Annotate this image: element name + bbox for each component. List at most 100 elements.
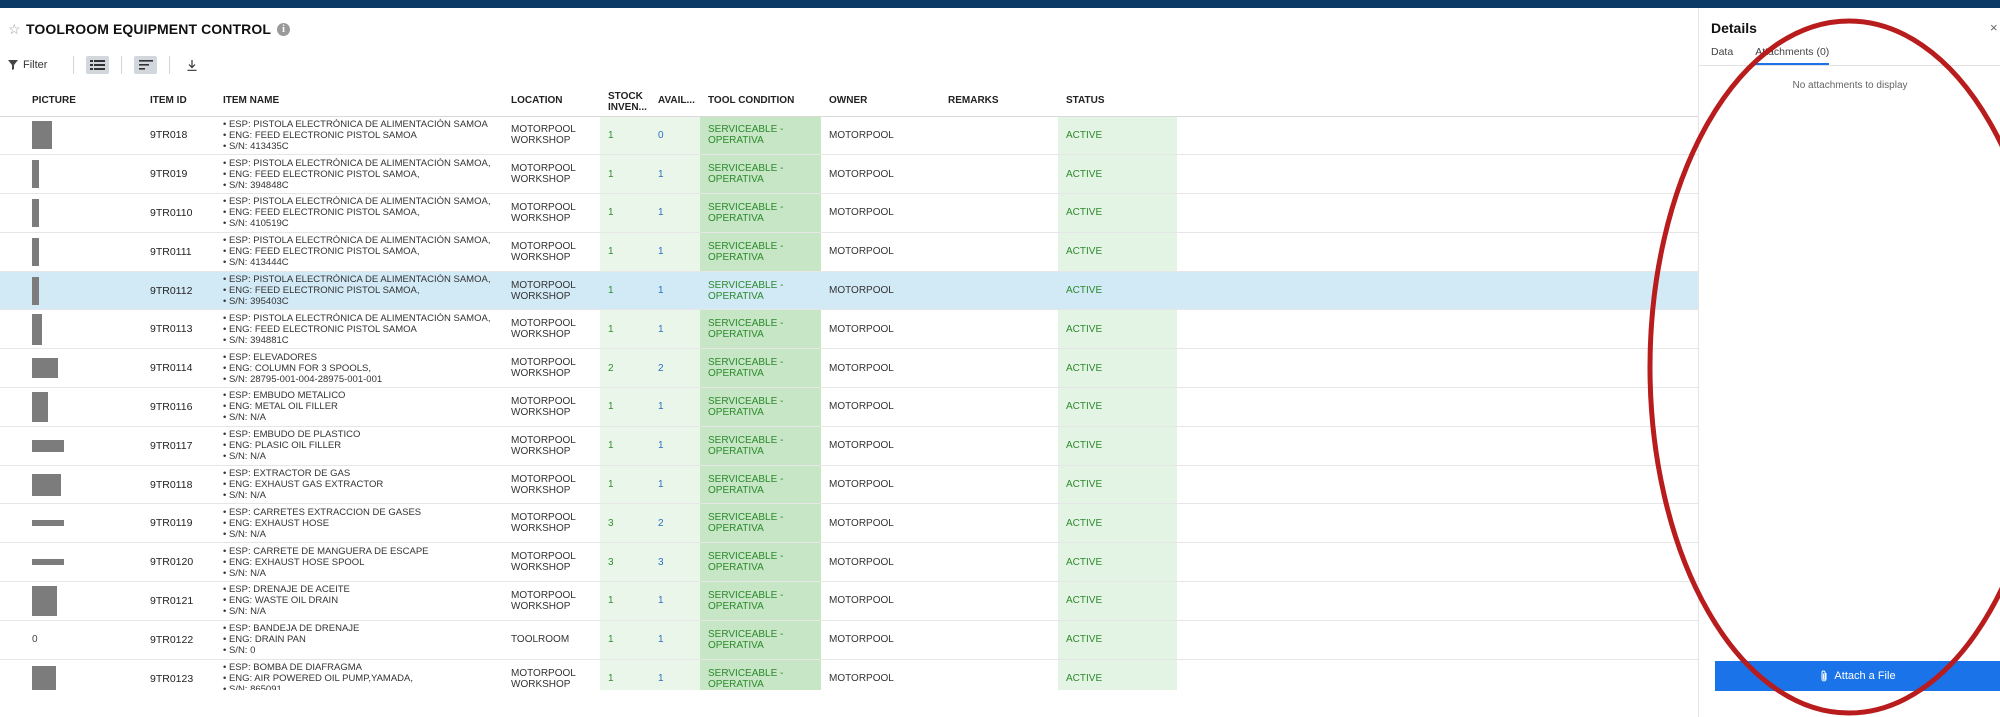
column-header-item-name[interactable]: ITEM NAME xyxy=(215,86,503,117)
item-thumbnail-image[interactable] xyxy=(32,276,39,305)
cell-available: 1 xyxy=(650,620,700,660)
column-header-picture[interactable]: PICTURE xyxy=(0,86,142,117)
condition-line1: SERVICEABLE - xyxy=(708,667,784,679)
item-name-eng: • ENG: FEED ELECTRONIC PISTOL SAMOA, xyxy=(223,168,420,180)
table-row[interactable]: 0 9TR0122 • ESP: BANDEJA DE DRENAJE • EN… xyxy=(0,620,1698,660)
cell-status: ACTIVE xyxy=(1058,271,1177,311)
item-thumbnail-image[interactable] xyxy=(32,160,39,189)
available-value: 1 xyxy=(658,323,664,335)
location-line2: WORKSHOP xyxy=(511,406,571,418)
location-line2: WORKSHOP xyxy=(511,484,571,496)
stock-value: 1 xyxy=(608,479,614,491)
cell-spacer xyxy=(1177,465,1698,505)
condition-value: SERVICEABLE - OPERATIVA xyxy=(708,280,813,302)
stock-value: 1 xyxy=(608,440,614,452)
available-value: 2 xyxy=(658,517,664,529)
table-row[interactable]: 9TR0116 • ESP: EMBUDO METALICO • ENG: ME… xyxy=(0,387,1698,427)
close-icon[interactable]: × xyxy=(1990,20,1998,35)
item-thumbnail-image[interactable] xyxy=(32,559,64,566)
cell-location: MOTORPOOL WORKSHOP xyxy=(503,116,600,156)
available-value: 1 xyxy=(658,207,664,219)
cell-status: ACTIVE xyxy=(1058,581,1177,621)
stock-value: 3 xyxy=(608,556,614,568)
tab-attachments[interactable]: Attachments (0) xyxy=(1755,46,1830,65)
location-line2: WORKSHOP xyxy=(511,678,571,690)
item-thumbnail-image[interactable] xyxy=(32,439,64,452)
cell-spacer xyxy=(1177,387,1698,427)
cell-item-id: 9TR0120 xyxy=(142,542,215,583)
status-value: ACTIVE xyxy=(1066,207,1103,219)
item-thumbnail-image[interactable] xyxy=(32,198,39,227)
condition-line2: OPERATIVA xyxy=(708,562,764,574)
item-id: 9TR0110 xyxy=(150,206,193,219)
table-row[interactable]: 9TR0118 • ESP: EXTRACTOR DE GAS • ENG: E… xyxy=(0,465,1698,505)
cell-location: MOTORPOOL WORKSHOP xyxy=(503,426,600,466)
table-row[interactable]: 9TR0110 • ESP: PISTOLA ELECTRÓNICA DE AL… xyxy=(0,193,1698,233)
cell-remarks xyxy=(940,659,1058,690)
cell-spacer xyxy=(1177,348,1698,389)
details-panel: Details × Data Attachments (0) No attach… xyxy=(1698,8,2000,717)
column-header-available[interactable]: AVAIL... xyxy=(650,86,700,117)
item-name-esp: • ESP: ELEVADORES xyxy=(223,351,317,363)
tab-data[interactable]: Data xyxy=(1711,46,1733,65)
location: MOTORPOOL WORKSHOP xyxy=(511,668,592,690)
location-line2: WORKSHOP xyxy=(511,329,571,341)
available-value: 1 xyxy=(658,673,664,685)
condition-value: SERVICEABLE - OPERATIVA xyxy=(708,202,813,224)
column-header-item-id[interactable]: ITEM ID xyxy=(142,86,215,117)
cell-status: ACTIVE xyxy=(1058,426,1177,466)
column-header-owner[interactable]: OWNER xyxy=(821,86,940,117)
item-thumbnail-image[interactable] xyxy=(32,520,64,527)
cell-stock: 2 xyxy=(600,348,650,389)
download-button[interactable] xyxy=(182,56,202,74)
item-thumbnail-image[interactable] xyxy=(32,313,42,345)
table-row[interactable]: 9TR019 • ESP: PISTOLA ELECTRÓNICA DE ALI… xyxy=(0,154,1698,195)
location-line2: WORKSHOP xyxy=(511,212,571,224)
cell-condition: SERVICEABLE - OPERATIVA xyxy=(700,232,821,272)
cell-picture xyxy=(0,542,142,583)
cell-spacer xyxy=(1177,581,1698,621)
item-thumbnail-image[interactable] xyxy=(32,473,61,496)
status-value: ACTIVE xyxy=(1066,401,1103,413)
column-header-location[interactable]: LOCATION xyxy=(503,86,600,117)
item-thumbnail-image[interactable] xyxy=(32,358,58,379)
condition-line2: OPERATIVA xyxy=(708,174,764,186)
table-row[interactable]: 9TR0114 • ESP: ELEVADORES • ENG: COLUMN … xyxy=(0,348,1698,389)
table-row[interactable]: 9TR0120 • ESP: CARRETE DE MANGUERA DE ES… xyxy=(0,542,1698,583)
item-thumbnail-image[interactable] xyxy=(32,391,48,422)
item-name: • ESP: PISTOLA ELECTRÓNICA DE ALIMENTACI… xyxy=(223,158,495,191)
stock-value: 1 xyxy=(608,129,614,141)
item-name-eng: • ENG: FEED ELECTRONIC PISTOL SAMOA xyxy=(223,129,417,141)
column-settings-button[interactable] xyxy=(134,56,158,74)
item-thumbnail-image[interactable] xyxy=(32,665,56,690)
filter-button[interactable]: Filter xyxy=(8,59,61,71)
cell-picture xyxy=(0,193,142,233)
row-density-button[interactable] xyxy=(86,56,110,74)
column-header-remarks[interactable]: REMARKS xyxy=(940,86,1058,117)
cell-available: 1 xyxy=(650,232,700,272)
item-thumbnail-image[interactable] xyxy=(32,121,52,150)
cell-condition: SERVICEABLE - OPERATIVA xyxy=(700,348,821,389)
status-value: ACTIVE xyxy=(1066,168,1103,180)
item-thumbnail-image[interactable] xyxy=(32,585,57,616)
condition-line2: OPERATIVA xyxy=(708,445,764,457)
table-row[interactable]: 9TR0121 • ESP: DRENAJE DE ACEITE • ENG: … xyxy=(0,581,1698,621)
column-header-stock-inventory[interactable]: STOCK INVEN... xyxy=(600,86,650,117)
table-row[interactable]: 9TR0111 • ESP: PISTOLA ELECTRÓNICA DE AL… xyxy=(0,232,1698,272)
table-row[interactable]: 9TR0112 • ESP: PISTOLA ELECTRÓNICA DE AL… xyxy=(0,271,1698,311)
page-title: TOOLROOM EQUIPMENT CONTROL xyxy=(26,21,272,37)
table-row[interactable]: 9TR0117 • ESP: EMBUDO DE PLASTICO • ENG:… xyxy=(0,426,1698,466)
attach-file-button[interactable]: Attach a File xyxy=(1715,661,2000,691)
table-row[interactable]: 9TR018 • ESP: PISTOLA ELECTRÓNICA DE ALI… xyxy=(0,116,1698,156)
column-header-tool-condition[interactable]: TOOL CONDITION xyxy=(700,86,821,117)
column-header-status[interactable]: STATUS xyxy=(1058,86,1177,117)
table-row[interactable]: 9TR0113 • ESP: PISTOLA ELECTRÓNICA DE AL… xyxy=(0,309,1698,350)
table-row[interactable]: 9TR0119 • ESP: CARRETES EXTRACCION DE GA… xyxy=(0,503,1698,544)
location-line1: MOTORPOOL xyxy=(511,667,576,679)
favorite-star-icon[interactable]: ☆ xyxy=(8,21,21,38)
stock-value: 1 xyxy=(608,401,614,413)
owner-value: MOTORPOOL xyxy=(829,362,894,374)
item-thumbnail-image[interactable] xyxy=(32,237,39,266)
table-row[interactable]: 9TR0123 • ESP: BOMBA DE DIAFRAGMA • ENG:… xyxy=(0,659,1698,690)
info-icon[interactable]: i xyxy=(277,22,291,36)
